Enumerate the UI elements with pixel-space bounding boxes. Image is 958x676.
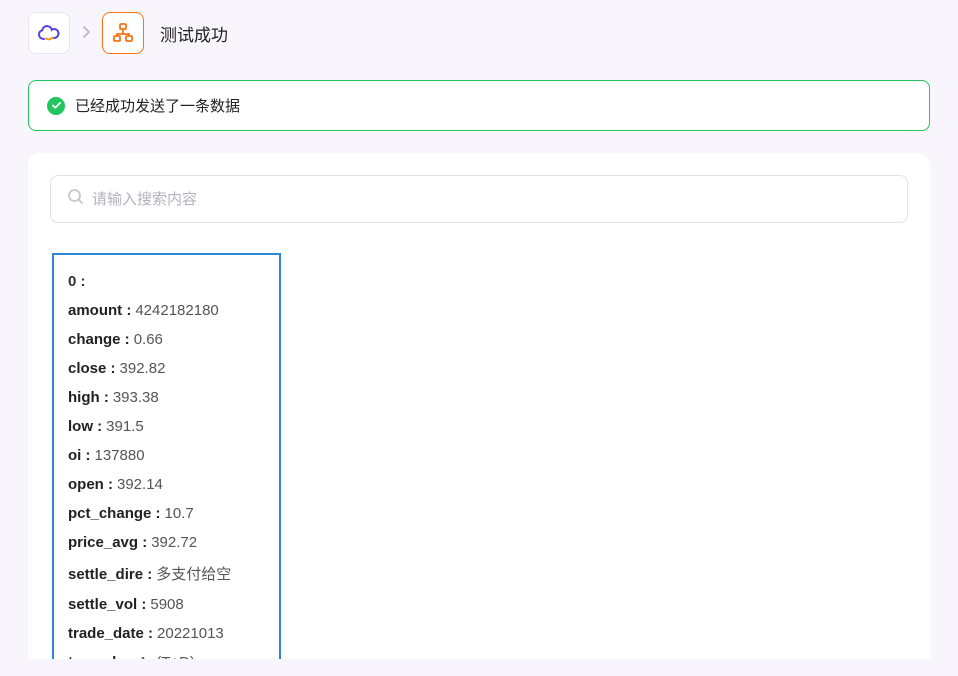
data-row: amount :4242182180	[68, 302, 271, 319]
search-input[interactable]	[92, 191, 891, 208]
search-icon	[67, 188, 84, 210]
row-value: 0.66	[134, 331, 163, 348]
content-scroll[interactable]: 0 : amount :4242182180 change :0.66 close …	[50, 253, 908, 659]
cloud-icon	[36, 23, 62, 43]
row-key: open :	[68, 476, 113, 493]
data-row: price_avg :392.72	[68, 534, 271, 551]
data-row: oi :137880	[68, 447, 271, 464]
row-key: amount :	[68, 302, 131, 319]
row-value: Au(T+D)	[138, 654, 195, 659]
search-box[interactable]	[50, 175, 908, 223]
data-row: trade_date :20221013	[68, 625, 271, 642]
header-bar: 测试成功	[0, 0, 958, 66]
row-value: 391.5	[106, 418, 144, 435]
card-rows: amount :4242182180change :0.66close :392…	[68, 302, 271, 659]
row-value: 多支付给空	[156, 563, 231, 584]
success-alert: 已经成功发送了一条数据	[28, 80, 930, 131]
row-key: ts_code :	[68, 654, 134, 659]
data-row: ts_code : Au(T+D)	[68, 654, 271, 659]
row-value: 10.7	[165, 505, 194, 522]
cloud-button[interactable]	[28, 12, 70, 54]
row-value: 392.72	[151, 534, 197, 551]
row-key: trade_date :	[68, 625, 153, 642]
alert-message: 已经成功发送了一条数据	[75, 95, 240, 116]
data-row: change :0.66	[68, 331, 271, 348]
data-card[interactable]: 0 : amount :4242182180 change :0.66 close …	[52, 253, 281, 659]
main-panel: 0 : amount :4242182180 change :0.66 close …	[28, 153, 930, 659]
data-row: settle_vol :5908	[68, 596, 271, 613]
row-key: close :	[68, 360, 116, 377]
row-key: settle_vol :	[68, 596, 146, 613]
data-row: close :392.82	[68, 360, 271, 377]
data-row: pct_change :10.7	[68, 505, 271, 522]
row-key: oi :	[68, 447, 91, 464]
row-key: pct_change :	[68, 505, 161, 522]
page-title: 测试成功	[160, 21, 228, 46]
row-value: 392.82	[120, 360, 166, 377]
row-value: 392.14	[117, 476, 163, 493]
row-key: high :	[68, 389, 109, 406]
check-circle-icon	[47, 97, 65, 115]
row-value: 4242182180	[135, 302, 218, 319]
data-row: high :393.38	[68, 389, 271, 406]
row-value: 20221013	[157, 625, 224, 642]
sitemap-icon	[112, 22, 134, 44]
row-key: price_avg :	[68, 534, 147, 551]
card-index: 0 :	[68, 273, 271, 290]
row-value: 5908	[150, 596, 183, 613]
row-key: change :	[68, 331, 130, 348]
chevron-right-icon	[80, 25, 92, 41]
data-row: settle_dire :多支付给空	[68, 563, 271, 584]
row-value: 393.38	[113, 389, 159, 406]
sitemap-button[interactable]	[102, 12, 144, 54]
row-value: 137880	[95, 447, 145, 464]
row-key: low :	[68, 418, 102, 435]
row-key: settle_dire :	[68, 566, 152, 583]
data-row: open :392.14	[68, 476, 271, 493]
data-row: low :391.5	[68, 418, 271, 435]
